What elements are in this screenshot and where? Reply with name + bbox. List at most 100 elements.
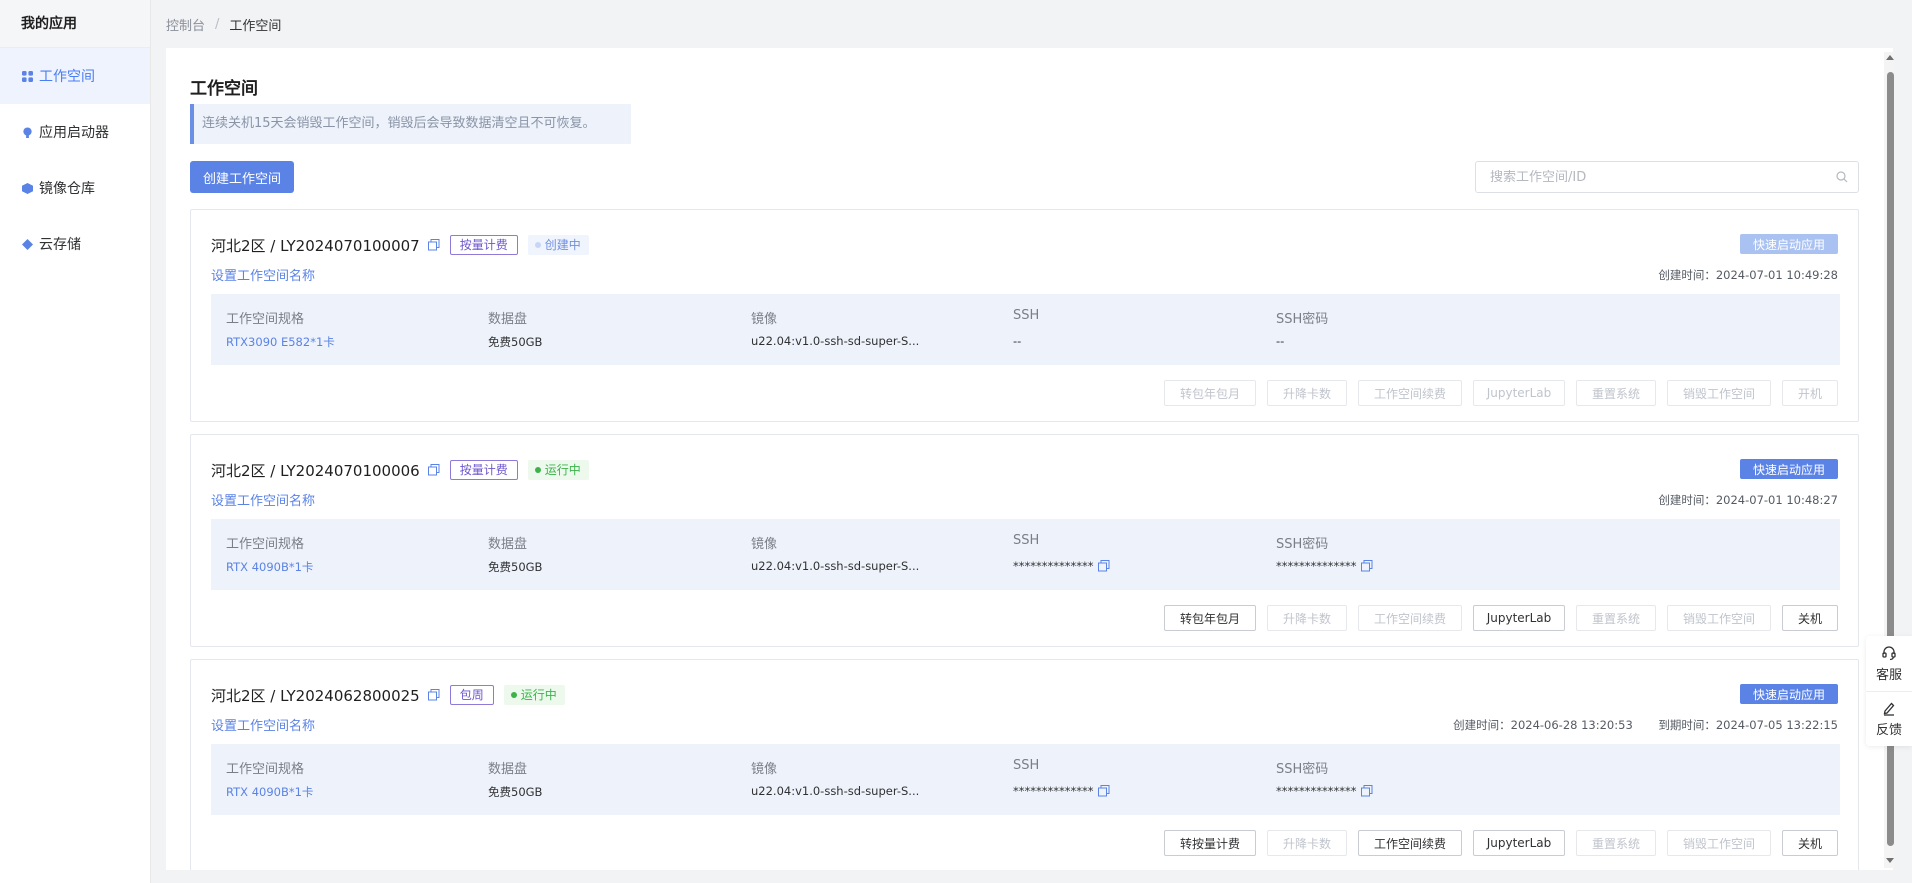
status-text: 运行中	[520, 688, 557, 702]
destroy-button[interactable]: 销毁工作空间	[1667, 605, 1771, 631]
renew-button[interactable]: 工作空间续费	[1358, 830, 1462, 856]
copy-icon[interactable]	[1360, 785, 1373, 797]
scale-gpu-button[interactable]: 升降卡数	[1267, 830, 1347, 856]
jupyterlab-button[interactable]: JupyterLab	[1473, 380, 1565, 406]
sidebar-item-label: 应用启动器	[39, 125, 109, 141]
breadcrumb-current: 工作空间	[229, 18, 282, 34]
create-workspace-button[interactable]: 创建工作空间	[190, 161, 294, 193]
reset-system-button[interactable]: 重置系统	[1576, 830, 1656, 856]
ssh-value: **************	[1013, 559, 1094, 573]
image-label: 镜像	[751, 312, 778, 327]
sidebar-item-launcher[interactable]: 应用启动器	[0, 104, 150, 160]
scale-gpu-button[interactable]: 升降卡数	[1267, 605, 1347, 631]
notice-banner: 连续关机15天会销毁工作空间，销毁后会导致数据清空且不可恢复。	[190, 104, 631, 144]
status-text: 运行中	[544, 463, 581, 477]
ssh-value-row: **************	[1013, 559, 1110, 573]
power-off-button[interactable]: 关机	[1782, 605, 1838, 631]
breadcrumb-separator: /	[215, 16, 220, 32]
sidebar-title: 我的应用	[0, 0, 150, 48]
quick-launch-button[interactable]: 快速启动应用	[1740, 459, 1838, 479]
ssh-password-row: **************	[1276, 784, 1373, 798]
spec-value[interactable]: RTX3090 E582*1卡	[226, 334, 335, 350]
workspace-card: 河北2区 / LY2024062800025 包周 运行中 快速启动应用 设置工…	[190, 659, 1859, 870]
sidebar-item-label: 镜像仓库	[39, 181, 95, 197]
ssh-label: SSH	[1013, 758, 1040, 773]
convert-billing-button[interactable]: 转包年包月	[1164, 380, 1256, 406]
image-repo-icon	[22, 182, 33, 194]
ssh-password-label: SSH密码	[1276, 312, 1329, 327]
copy-icon[interactable]	[1097, 785, 1110, 797]
set-name-link[interactable]: 设置工作空间名称	[211, 715, 315, 734]
spec-value[interactable]: RTX 4090B*1卡	[226, 559, 313, 575]
info-panel: 工作空间规格 RTX 4090B*1卡 数据盘 免费50GB 镜像 u22.04:v1…	[211, 744, 1840, 815]
set-name-link[interactable]: 设置工作空间名称	[211, 265, 315, 284]
status-dot-icon	[510, 692, 517, 698]
scroll-up-arrow-icon[interactable]	[1886, 55, 1894, 60]
search-input[interactable]	[1490, 169, 1820, 185]
quick-launch-button[interactable]: 快速启动应用	[1740, 234, 1838, 254]
copy-icon[interactable]	[1360, 560, 1373, 572]
workspace-title: 河北2区 / LY2024070100006	[211, 461, 420, 480]
sidebar: 我的应用 工作空间 应用启动器 镜像仓库 云存储	[0, 0, 151, 883]
billing-tag: 包周	[449, 685, 494, 705]
info-panel: 工作空间规格 RTX3090 E582*1卡 数据盘 免费50GB 镜像 u22.04…	[211, 294, 1840, 365]
convert-billing-button[interactable]: 转按量计费	[1164, 830, 1256, 856]
cloud-storage-icon	[22, 238, 33, 250]
spec-column: 工作空间规格 RTX3090 E582*1卡	[226, 308, 335, 350]
spec-column: 工作空间规格 RTX 4090B*1卡	[226, 758, 313, 800]
reset-system-button[interactable]: 重置系统	[1576, 380, 1656, 406]
set-name-link[interactable]: 设置工作空间名称	[211, 490, 315, 509]
ssh-password-value: **************	[1276, 559, 1357, 573]
floating-help-widget: 客服 反馈	[1866, 636, 1912, 746]
search-icon[interactable]	[1836, 171, 1848, 183]
copy-icon[interactable]	[1097, 560, 1110, 572]
spec-value[interactable]: RTX 4090B*1卡	[226, 784, 313, 800]
customer-service-button[interactable]: 客服	[1866, 636, 1912, 691]
sidebar-item-cloud-storage[interactable]: 云存储	[0, 216, 150, 272]
sidebar-item-workspace[interactable]: 工作空间	[0, 48, 150, 104]
workspace-icon	[22, 70, 33, 82]
created-time: 创建时间：2024-07-01 10:49:28	[1658, 268, 1838, 282]
scale-gpu-button[interactable]: 升降卡数	[1267, 380, 1347, 406]
workspace-title: 河北2区 / LY2024070100007	[211, 236, 420, 255]
disk-value: 免费50GB	[488, 785, 543, 799]
copy-icon[interactable]	[427, 464, 440, 476]
status-dot-icon	[534, 242, 541, 248]
status-text: 创建中	[544, 238, 581, 252]
copy-icon[interactable]	[427, 239, 440, 251]
image-column: 镜像 u22.04:v1.0-ssh-sd-super-S...	[751, 533, 919, 573]
ssh-password-column: SSH密码 **************	[1276, 758, 1373, 798]
quick-launch-button[interactable]: 快速启动应用	[1740, 684, 1838, 704]
renew-button[interactable]: 工作空间续费	[1358, 605, 1462, 631]
launcher-icon	[23, 126, 32, 138]
jupyterlab-button[interactable]: JupyterLab	[1473, 830, 1565, 856]
destroy-button[interactable]: 销毁工作空间	[1667, 380, 1771, 406]
power-on-button[interactable]: 开机	[1782, 380, 1838, 406]
power-off-button[interactable]: 关机	[1782, 830, 1838, 856]
jupyterlab-button[interactable]: JupyterLab	[1473, 605, 1565, 631]
status-badge: 运行中	[527, 460, 589, 480]
customer-service-label: 客服	[1875, 667, 1902, 683]
disk-value: 免费50GB	[488, 335, 543, 349]
ssh-column: SSH **************	[1013, 758, 1110, 798]
action-bar: 转包年包月 升降卡数 工作空间续费 JupyterLab 重置系统 销毁工作空间…	[1164, 380, 1838, 406]
ssh-value-row: **************	[1013, 784, 1110, 798]
main-panel: 工作空间 连续关机15天会销毁工作空间，销毁后会导致数据清空且不可恢复。 创建工…	[166, 48, 1893, 870]
breadcrumb-root[interactable]: 控制台	[166, 15, 205, 34]
feedback-button[interactable]: 反馈	[1866, 691, 1912, 746]
reset-system-button[interactable]: 重置系统	[1576, 605, 1656, 631]
disk-label: 数据盘	[488, 537, 528, 552]
convert-billing-button[interactable]: 转包年包月	[1164, 605, 1256, 631]
sidebar-item-label: 工作空间	[39, 69, 95, 85]
action-bar: 转按量计费 升降卡数 工作空间续费 JupyterLab 重置系统 销毁工作空间…	[1164, 830, 1838, 856]
card-header: 河北2区 / LY2024062800025 包周 运行中	[211, 684, 565, 706]
edit-icon	[1883, 702, 1895, 716]
destroy-button[interactable]: 销毁工作空间	[1667, 830, 1771, 856]
disk-label: 数据盘	[488, 312, 528, 327]
ssh-label: SSH	[1013, 533, 1040, 548]
sidebar-item-image-repo[interactable]: 镜像仓库	[0, 160, 150, 216]
scroll-down-arrow-icon[interactable]	[1886, 858, 1894, 863]
renew-button[interactable]: 工作空间续费	[1358, 380, 1462, 406]
disk-column: 数据盘 免费50GB	[488, 758, 542, 800]
copy-icon[interactable]	[427, 689, 440, 701]
